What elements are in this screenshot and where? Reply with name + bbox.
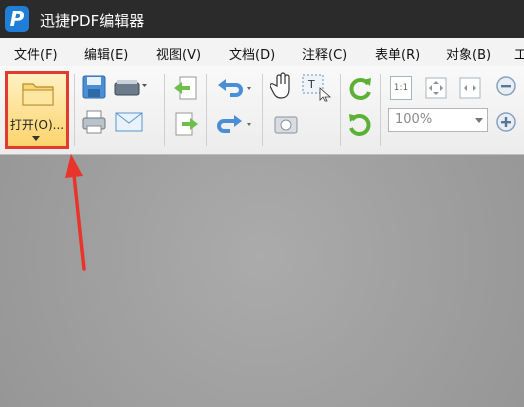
annotation-arrow-icon (65, 154, 86, 271)
